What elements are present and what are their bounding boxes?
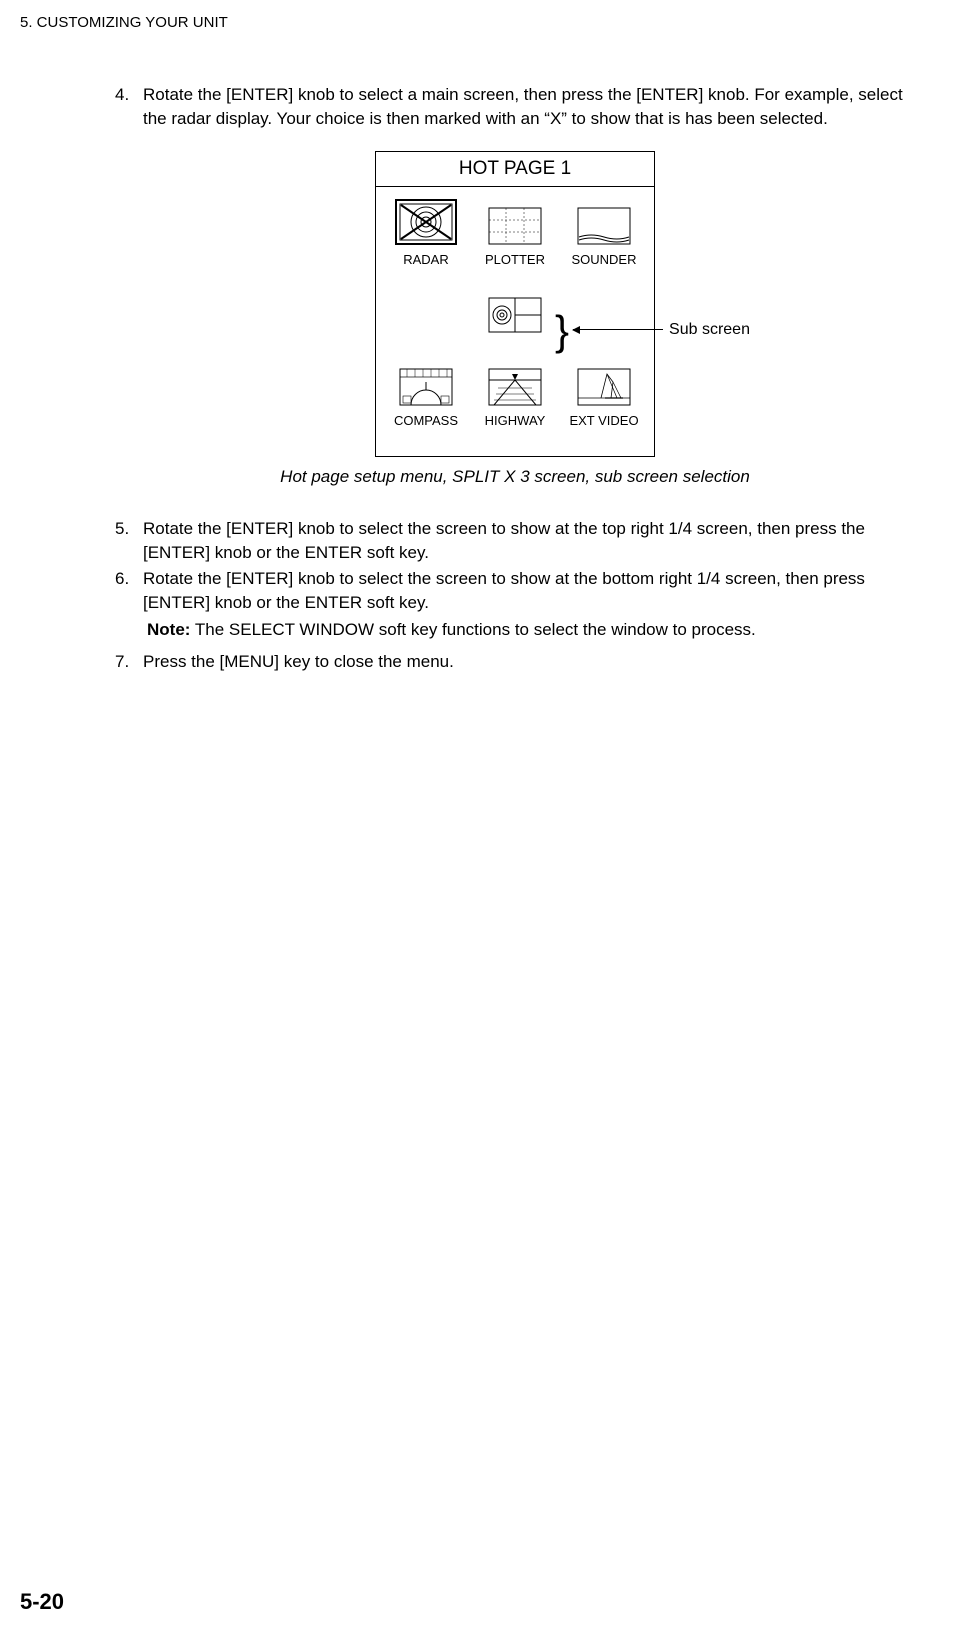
- step-5: 5. Rotate the [ENTER] knob to select the…: [115, 517, 915, 565]
- step-7: 7. Press the [MENU] key to close the men…: [115, 650, 915, 674]
- option-label: SOUNDER: [571, 251, 636, 269]
- compass-icon: [399, 368, 453, 406]
- option-highway: HIGHWAY: [475, 368, 555, 430]
- step-number: 4.: [115, 83, 143, 131]
- figure-caption: Hot page setup menu, SPLIT X 3 screen, s…: [280, 465, 750, 489]
- step-number: 6.: [115, 567, 143, 615]
- step-6: 6. Rotate the [ENTER] knob to select the…: [115, 567, 915, 615]
- note-text: The SELECT WINDOW soft key functions to …: [190, 620, 755, 639]
- radar-icon: [395, 199, 457, 245]
- step-text: Rotate the [ENTER] knob to select the sc…: [143, 567, 915, 615]
- option-label: HIGHWAY: [485, 412, 546, 430]
- highway-icon: [488, 368, 542, 406]
- option-radar: RADAR: [386, 199, 466, 269]
- option-plotter: PLOTTER: [475, 207, 555, 269]
- ext-video-icon: [577, 368, 631, 406]
- sub-screen-icon: [488, 297, 542, 340]
- option-label: PLOTTER: [485, 251, 545, 269]
- option-label: COMPASS: [394, 412, 458, 430]
- step-text: Rotate the [ENTER] knob to select the sc…: [143, 517, 915, 565]
- note: Note: The SELECT WINDOW soft key functio…: [147, 618, 915, 642]
- option-label: RADAR: [403, 251, 449, 269]
- plotter-icon: [488, 207, 542, 245]
- option-sounder: SOUNDER: [564, 207, 644, 269]
- hot-page-menu: HOT PAGE 1: [375, 151, 655, 458]
- menu-title: HOT PAGE 1: [376, 152, 654, 188]
- sounder-icon: [577, 207, 631, 245]
- step-number: 5.: [115, 517, 143, 565]
- page-number: 5-20: [20, 1587, 64, 1618]
- section-header: 5. CUSTOMIZING YOUR UNIT: [20, 12, 925, 33]
- step-text: Rotate the [ENTER] knob to select a main…: [143, 83, 915, 131]
- option-compass: COMPASS: [386, 368, 466, 430]
- sub-screen-annotation: } Sub screen: [555, 313, 750, 349]
- option-label: EXT VIDEO: [569, 412, 638, 430]
- step-number: 7.: [115, 650, 143, 674]
- figure: HOT PAGE 1: [115, 151, 915, 504]
- step-4: 4. Rotate the [ENTER] knob to select a m…: [115, 83, 915, 131]
- step-text: Press the [MENU] key to close the menu.: [143, 650, 915, 674]
- option-ext-video: EXT VIDEO: [564, 368, 644, 430]
- note-label: Note:: [147, 620, 190, 639]
